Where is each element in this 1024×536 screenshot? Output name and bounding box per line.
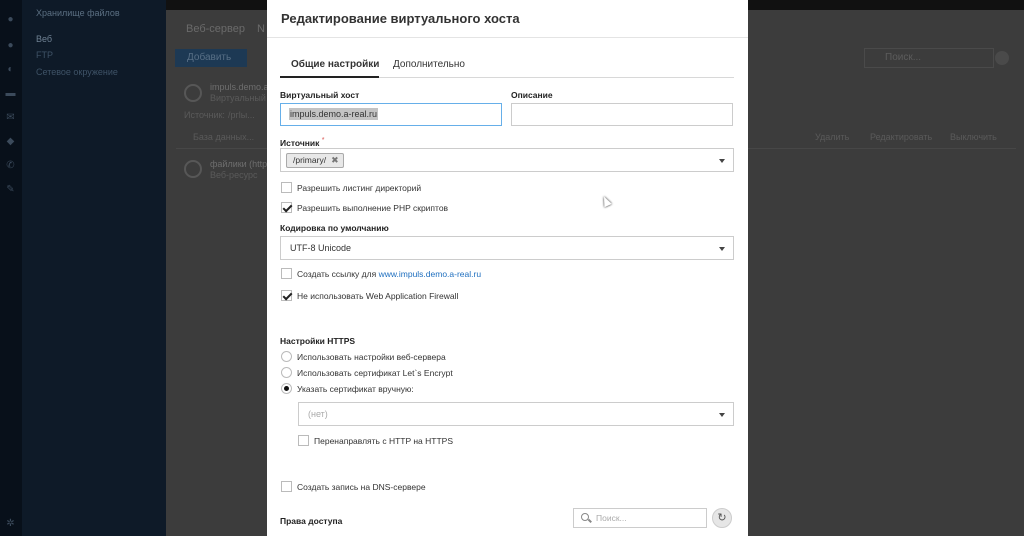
- user-icon[interactable]: ●: [5, 14, 16, 25]
- https-settings-label: Настройки HTTPS: [280, 336, 356, 346]
- virtual-host-input[interactable]: impuls.demo.a-real.ru: [280, 103, 502, 126]
- redirect-https-label: Перенаправлять с HTTP на HTTPS: [314, 436, 453, 446]
- sidebar-item-web[interactable]: Веб: [36, 34, 52, 44]
- access-search-input[interactable]: Поиск...: [573, 508, 707, 528]
- tab-general[interactable]: Общие настройки: [291, 59, 379, 70]
- https-option-server-label: Использовать настройки веб-сервера: [297, 352, 446, 362]
- sidebar-item-network[interactable]: Сетевое окружение: [36, 67, 118, 77]
- wrench-icon[interactable]: ✎: [5, 184, 16, 195]
- refresh-button[interactable]: ↻: [712, 508, 732, 528]
- sidebar-header[interactable]: Хранилище файлов: [36, 8, 120, 18]
- encoding-label: Кодировка по умолчанию: [280, 223, 389, 233]
- modal-tabs: Общие настройки Дополнительно: [280, 56, 734, 78]
- tab-advanced[interactable]: Дополнительно: [393, 59, 465, 70]
- folder-icon[interactable]: ▬: [5, 88, 16, 99]
- mail-icon[interactable]: ✉: [5, 112, 16, 123]
- search-placeholder: Поиск...: [596, 513, 627, 523]
- source-label: Источник *: [280, 136, 325, 148]
- remove-tag-icon[interactable]: ✖: [331, 155, 339, 165]
- create-link-checkbox[interactable]: [281, 268, 292, 279]
- allow-php-label: Разрешить выполнение PHP скриптов: [297, 203, 449, 213]
- encoding-select[interactable]: UTF-8 Unicode: [280, 236, 734, 260]
- allow-listing-checkbox[interactable]: [281, 182, 292, 193]
- icon-rail: ● ● ◐ ▬ ✉ ◆ ✆ ✎ ✲: [0, 0, 22, 536]
- row2-subtitle: Веб-ресурс: [210, 170, 258, 180]
- tab-other[interactable]: N: [257, 23, 265, 35]
- required-marker: *: [321, 136, 325, 144]
- https-option-manual-radio[interactable]: [281, 383, 292, 394]
- virtual-host-label: Виртуальный хост: [280, 90, 360, 100]
- phone-icon[interactable]: ✆: [5, 160, 16, 171]
- modal-title: Редактирование виртуального хоста: [281, 11, 520, 26]
- row1-subtitle: Виртуальный х: [210, 93, 273, 103]
- allow-listing-label: Разрешить листинг директорий: [297, 183, 422, 193]
- globe-icon: [184, 84, 202, 102]
- no-waf-label: Не использовать Web Application Firewall: [297, 291, 459, 301]
- encoding-value: UTF-8 Unicode: [290, 243, 352, 253]
- bg-refresh-button[interactable]: [995, 51, 1009, 65]
- https-option-letsencrypt-label: Использовать сертификат Let`s Encrypt: [297, 368, 453, 378]
- tab-web-server[interactable]: Веб-сервер: [186, 23, 245, 35]
- edit-vhost-modal: Редактирование виртуального хоста Общие …: [267, 0, 748, 536]
- row1-db-link[interactable]: База данных...: [193, 132, 254, 142]
- active-tab-indicator: [280, 76, 379, 78]
- dns-record-label: Создать запись на DNS-сервере: [297, 482, 426, 492]
- delete-action[interactable]: Удалить: [815, 132, 849, 142]
- add-button[interactable]: Добавить: [175, 49, 247, 67]
- shield-icon[interactable]: ◐: [5, 64, 16, 75]
- gear-icon[interactable]: ✲: [5, 518, 16, 529]
- dns-record-checkbox[interactable]: [281, 481, 292, 492]
- sidebar: Хранилище файлов Веб FTP Сетевое окружен…: [22, 0, 166, 536]
- chevron-down-icon: [719, 159, 725, 163]
- refresh-icon: ↻: [717, 512, 727, 524]
- disable-action[interactable]: Выключить: [950, 132, 997, 142]
- location-icon[interactable]: ◆: [5, 136, 16, 147]
- edit-action[interactable]: Редактировать: [870, 132, 932, 142]
- chevron-down-icon: [719, 247, 725, 251]
- sidebar-item-ftp[interactable]: FTP: [36, 50, 53, 60]
- row1-title[interactable]: impuls.demo.a: [210, 82, 269, 92]
- source-select[interactable]: /primary/✖: [280, 148, 734, 172]
- virtual-host-value: impuls.demo.a-real.ru: [289, 108, 379, 120]
- search-icon: [581, 513, 589, 521]
- https-option-letsencrypt-radio[interactable]: [281, 367, 292, 378]
- no-waf-checkbox[interactable]: [281, 290, 292, 301]
- certificate-select[interactable]: (нет): [298, 402, 734, 426]
- description-label: Описание: [511, 90, 553, 100]
- https-option-manual-label: Указать сертификат вручную:: [297, 384, 414, 394]
- row1-source-value: /ргlы...: [228, 110, 255, 120]
- globe-icon: [184, 160, 202, 178]
- certificate-value: (нет): [308, 409, 328, 419]
- row1-source-label: Источник:: [184, 110, 225, 120]
- source-tag[interactable]: /primary/✖: [286, 153, 344, 168]
- create-link-label: Создать ссылку для www.impuls.demo.a-rea…: [297, 269, 482, 279]
- bg-search-input[interactable]: Поиск...: [864, 48, 994, 68]
- access-rights-label: Права доступа: [280, 516, 343, 526]
- https-option-server-radio[interactable]: [281, 351, 292, 362]
- chevron-down-icon: [719, 413, 725, 417]
- vhost-link[interactable]: www.impuls.demo.a-real.ru: [379, 269, 482, 279]
- divider: [267, 37, 748, 38]
- description-input[interactable]: [511, 103, 733, 126]
- redirect-https-checkbox[interactable]: [298, 435, 309, 446]
- allow-php-checkbox[interactable]: [281, 202, 292, 213]
- row2-title[interactable]: файлики (http: [210, 159, 267, 169]
- users-icon[interactable]: ●: [5, 40, 16, 51]
